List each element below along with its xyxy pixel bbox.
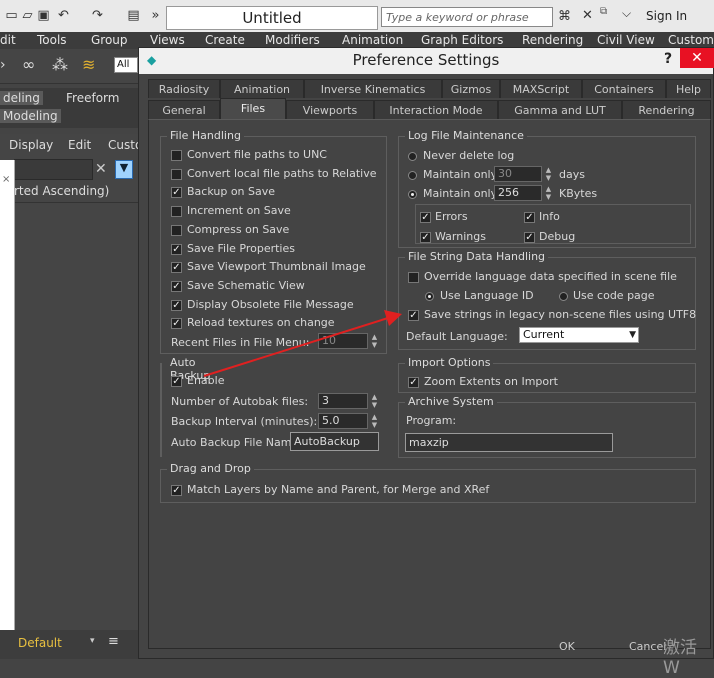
arrow-head-icon (384, 310, 402, 326)
arrow-shaft (203, 317, 389, 377)
annotation-arrow (203, 310, 402, 377)
